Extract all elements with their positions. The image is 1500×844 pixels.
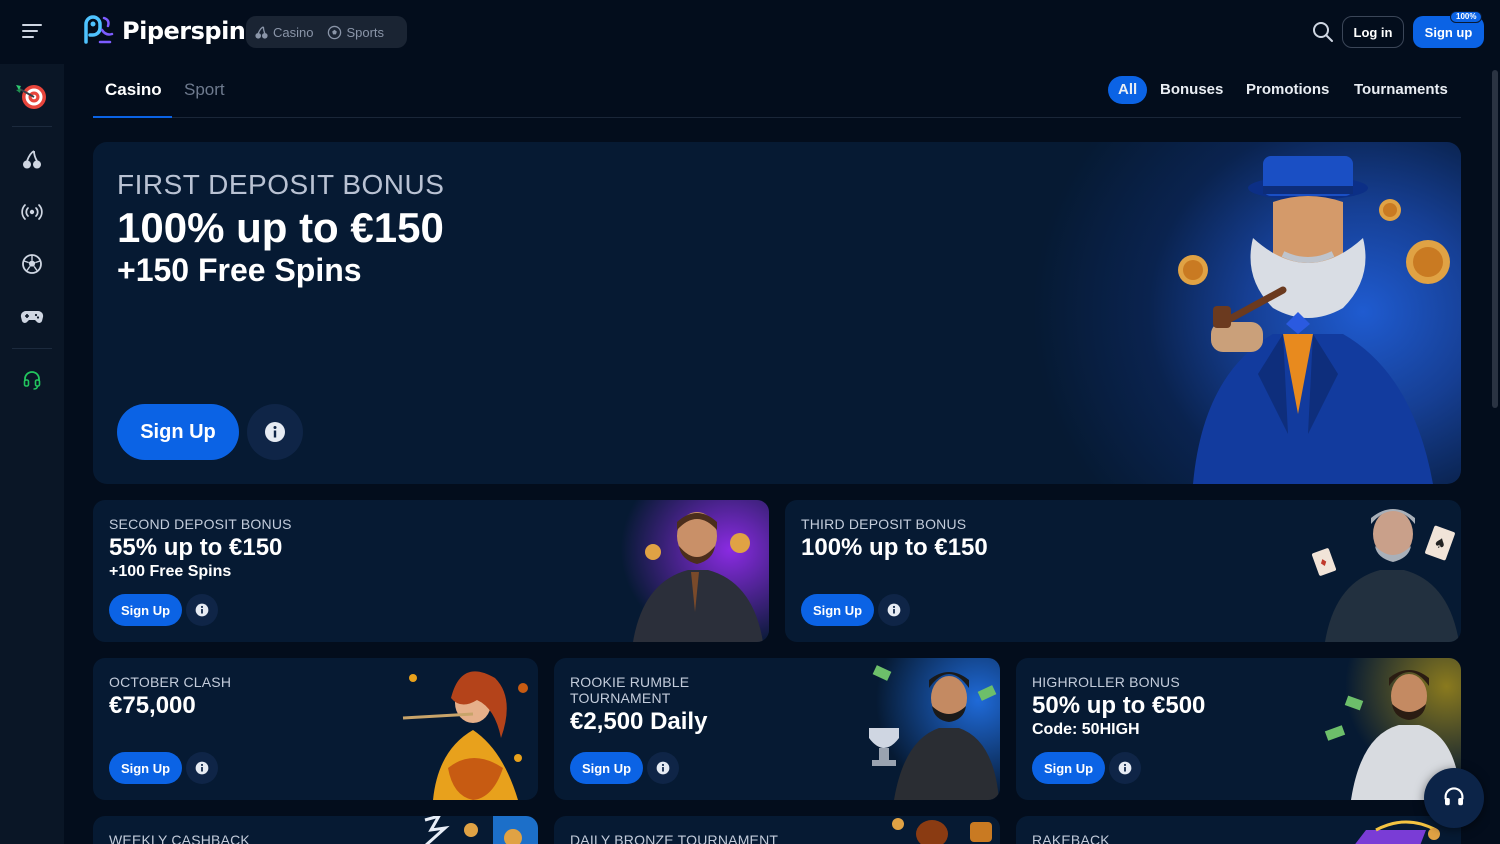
live-broadcast-icon [21, 204, 43, 220]
sidebar-item-sports[interactable] [0, 242, 64, 286]
cashback-art-image [424, 816, 538, 844]
card-kicker: HIGHROLLER BONUS [1032, 674, 1180, 690]
card-info-button[interactable] [186, 594, 218, 626]
top-bar: Piperspin Casino Sports Log in Sign up 1… [0, 0, 1500, 64]
hero-title: 100% up to €150 [117, 204, 444, 251]
search-icon[interactable] [1311, 20, 1335, 44]
scrollbar-thumb[interactable] [1492, 70, 1498, 408]
signup-bonus-badge: 100% [1450, 11, 1483, 23]
logo[interactable]: Piperspin [80, 12, 246, 50]
card-subtitle: +100 Free Spins [109, 563, 232, 580]
page-scrollbar[interactable] [1490, 64, 1500, 844]
card-dealer-character-image: ♦ ♠ [1312, 509, 1459, 642]
promo-card: SECOND DEPOSIT BONUS 55% up to €150 +100… [93, 500, 769, 642]
magician-character-image [1178, 156, 1450, 484]
hero-banner: FIRST DEPOSIT BONUS 100% up to €150 +150… [93, 142, 1461, 484]
card-kicker: THIRD DEPOSIT BONUS [801, 516, 967, 532]
live-chat-button[interactable] [1424, 768, 1484, 828]
gamepad-icon [20, 310, 44, 323]
active-tab-indicator [93, 116, 172, 118]
filter-promotions[interactable]: Promotions [1246, 76, 1329, 104]
hero-info-button[interactable] [247, 404, 303, 460]
promo-card: WEEKLY CASHBACK [93, 816, 538, 844]
promo-card: DAILY BRONZE TOURNAMENT [554, 816, 1000, 844]
card-info-button[interactable] [647, 752, 679, 784]
filter-tournaments[interactable]: Tournaments [1354, 76, 1448, 104]
autumn-flute-player-image [402, 671, 528, 800]
promo-card: ROOKIE RUMBLE TOURNAMENT €2,500 Daily Si… [554, 658, 1000, 800]
soccer-ball-icon [22, 254, 42, 274]
card-kicker: OCTOBER CLASH [109, 674, 232, 690]
promo-card: HIGHROLLER BONUS 50% up to €500 Code: 50… [1016, 658, 1461, 800]
card-signup-button[interactable]: Sign Up [570, 752, 643, 784]
sidebar-item-support[interactable] [0, 358, 64, 402]
bronze-tournament-art-image [892, 818, 992, 844]
card-kicker: WEEKLY CASHBACK [109, 832, 250, 844]
mode-casino-label: Casino [273, 24, 314, 40]
mode-sports[interactable]: Sports [327, 25, 384, 40]
card-kicker: RAKEBACK [1032, 832, 1110, 844]
info-icon [265, 422, 285, 442]
mode-casino[interactable]: Casino [254, 25, 313, 40]
card-signup-button[interactable]: Sign Up [1032, 752, 1105, 784]
cherry-icon [255, 25, 268, 39]
sidebar-divider [12, 126, 52, 127]
info-icon [195, 603, 209, 617]
card-subtitle: Code: 50HIGH [1032, 721, 1140, 738]
card-title: 50% up to €500 [1032, 692, 1206, 719]
card-kicker: SECOND DEPOSIT BONUS [109, 516, 292, 532]
support-headset-icon [23, 371, 41, 390]
cherry-icon [23, 150, 41, 169]
sidebar-item-live[interactable] [0, 190, 64, 234]
promo-card: OCTOBER CLASH €75,000 Sign Up [93, 658, 538, 800]
sidebar-item-promotions[interactable] [0, 74, 64, 118]
dart-target-icon [16, 85, 46, 109]
bearded-man-character-image [613, 500, 769, 642]
filter-bonuses[interactable]: Bonuses [1160, 76, 1223, 104]
tab-sport[interactable]: Sport [184, 80, 225, 100]
card-signup-button[interactable]: Sign Up [109, 594, 182, 626]
promo-card: THIRD DEPOSIT BONUS 100% up to €150 Sign… [785, 500, 1461, 642]
card-info-button[interactable] [186, 752, 218, 784]
sidebar [0, 64, 64, 844]
card-title: 55% up to €150 [109, 534, 283, 561]
mode-sports-label: Sports [346, 24, 385, 40]
card-kicker: DAILY BRONZE TOURNAMENT [570, 832, 779, 844]
sidebar-item-games[interactable] [0, 294, 64, 338]
tab-casino[interactable]: Casino [105, 80, 162, 100]
support-headset-icon [1444, 787, 1464, 806]
hero-subtitle: +150 Free Spins [117, 252, 362, 288]
sidebar-item-casino[interactable] [0, 138, 64, 182]
card-info-button[interactable] [1109, 752, 1141, 784]
main-tabs: Casino Sport All Bonuses Promotions Tour… [93, 64, 1461, 118]
info-icon [887, 603, 901, 617]
card-title: €2,500 Daily [570, 708, 708, 735]
info-icon [1118, 761, 1132, 775]
menu-icon[interactable] [22, 24, 42, 40]
card-signup-button[interactable]: Sign Up [109, 752, 182, 784]
filter-all[interactable]: All [1108, 76, 1148, 104]
trophy-man-character-image [854, 658, 1000, 800]
sidebar-divider [12, 348, 52, 349]
login-button[interactable]: Log in [1342, 16, 1404, 48]
info-icon [195, 761, 209, 775]
hero-signup-button[interactable]: Sign Up [117, 404, 239, 460]
hero-kicker: FIRST DEPOSIT BONUS [117, 169, 445, 200]
card-kicker: ROOKIE RUMBLE TOURNAMENT [570, 674, 690, 706]
card-title: 100% up to €150 [801, 534, 988, 561]
mode-switch: Casino Sports [246, 16, 407, 48]
soccer-ball-icon [328, 25, 342, 39]
promo-card: RAKEBACK [1016, 816, 1461, 844]
card-signup-button[interactable]: Sign Up [801, 594, 874, 626]
brand-name: Piperspin [122, 17, 246, 45]
info-icon [656, 761, 670, 775]
card-title: €75,000 [109, 692, 196, 719]
piperspin-logo-icon [80, 12, 118, 50]
card-info-button[interactable] [878, 594, 910, 626]
